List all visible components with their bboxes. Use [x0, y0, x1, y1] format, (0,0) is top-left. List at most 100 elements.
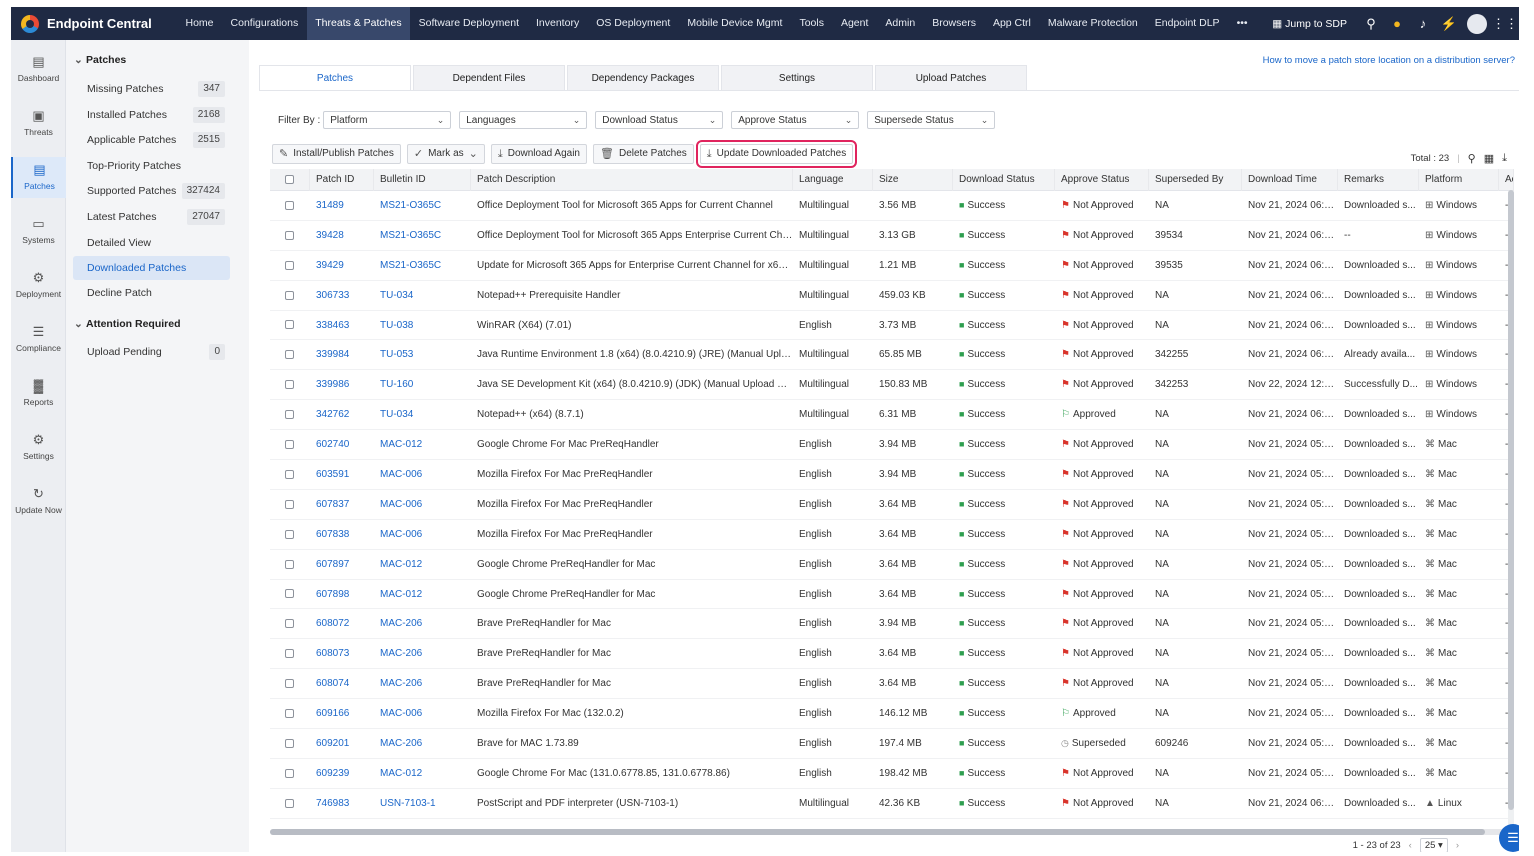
nav-configurations[interactable]: Configurations [222, 7, 307, 40]
cell-bulletin-id[interactable]: TU-038 [374, 311, 471, 341]
cell-bulletin-id[interactable]: TU-053 [374, 340, 471, 370]
prev-page-icon[interactable]: ‹ [1409, 840, 1412, 851]
table-row[interactable]: 607838 MAC-006 Mozilla Firefox For Mac Pre… [270, 520, 1514, 550]
search-icon[interactable]: ⚲ [1363, 16, 1379, 32]
table-row[interactable]: 607897 MAC-012 Google Chrome PreReqHandler… [270, 550, 1514, 580]
filter-platform-select[interactable]: Platform ⌄ [323, 111, 452, 129]
table-row[interactable]: 306733 TU-034 Notepad++ Prerequisite Handl… [270, 281, 1514, 311]
row-checkbox[interactable] [285, 230, 294, 240]
row-checkbox[interactable] [285, 768, 294, 778]
table-row[interactable]: 39428 MS21-O365C Office Deployment Tool fo… [270, 221, 1514, 251]
row-checkbox[interactable] [285, 619, 294, 629]
row-checkbox[interactable] [285, 469, 294, 479]
column-header-remarks[interactable]: Remarks [1338, 169, 1419, 191]
cell-bulletin-id[interactable]: MAC-006 [374, 520, 471, 550]
table-row[interactable]: 342762 TU-034 Notepad++ (x64) (8.7.1) Multi… [270, 400, 1514, 431]
row-checkbox-cell[interactable] [270, 729, 310, 759]
horizontal-scrollbar[interactable] [270, 829, 1514, 835]
nav-software-deployment[interactable]: Software Deployment [410, 7, 527, 40]
cell-patch-id[interactable]: 306733 [310, 281, 374, 311]
table-row[interactable]: 603591 MAC-006 Mozilla Firefox For Mac Pre… [270, 460, 1514, 490]
cell-patch-id[interactable]: 338463 [310, 311, 374, 341]
cell-bulletin-id[interactable]: TU-034 [374, 281, 471, 311]
row-checkbox-cell[interactable] [270, 400, 310, 430]
cell-patch-id[interactable]: 607898 [310, 580, 374, 610]
cell-patch-id[interactable]: 607897 [310, 550, 374, 580]
row-checkbox[interactable] [285, 679, 294, 689]
cell-patch-id[interactable]: 608074 [310, 669, 374, 699]
cell-bulletin-id[interactable]: MAC-012 [374, 580, 471, 610]
cell-bulletin-id[interactable]: MS21-O365C [374, 221, 471, 251]
table-row[interactable]: 607837 MAC-006 Mozilla Firefox For Mac Pre… [270, 490, 1514, 520]
brand[interactable]: Endpoint Central [11, 7, 177, 40]
row-checkbox-cell[interactable] [270, 340, 310, 370]
tab-dependency-packages[interactable]: Dependency Packages [567, 65, 719, 91]
table-row[interactable]: 339986 TU-160 Java SE Development Kit (x64… [270, 370, 1514, 401]
tab-dependent-files[interactable]: Dependent Files [413, 65, 565, 91]
column-header-platform[interactable]: Platform [1419, 169, 1499, 191]
row-checkbox-cell[interactable] [270, 430, 310, 460]
column-header-approve-status[interactable]: Approve Status [1055, 169, 1149, 191]
sidebar-item-supported-patches[interactable]: Supported Patches 327424 [73, 179, 230, 203]
row-checkbox[interactable] [285, 649, 294, 659]
row-checkbox[interactable] [285, 290, 294, 300]
row-checkbox[interactable] [285, 499, 294, 509]
row-checkbox-cell[interactable] [270, 460, 310, 490]
nav-inventory[interactable]: Inventory [528, 7, 588, 40]
cell-bulletin-id[interactable]: MAC-006 [374, 490, 471, 520]
cell-patch-id[interactable]: 609239 [310, 759, 374, 789]
row-checkbox[interactable] [285, 200, 294, 210]
rail-item-threats[interactable]: ▣ Threats [11, 108, 66, 137]
cell-patch-id[interactable]: 339986 [310, 370, 374, 400]
column-header-bulletin-id[interactable]: Bulletin ID [374, 169, 471, 191]
row-checkbox-cell[interactable] [270, 281, 310, 311]
cell-patch-id[interactable]: 608073 [310, 639, 374, 669]
column-header-size[interactable]: Size [873, 169, 953, 191]
cell-bulletin-id[interactable]: USN-7103-1 [374, 789, 471, 819]
filter-approve-status-select[interactable]: Approve Status ⌄ [731, 111, 860, 129]
row-checkbox-cell[interactable] [270, 520, 310, 550]
tab-upload-patches[interactable]: Upload Patches [875, 65, 1027, 91]
sidebar-item-latest-patches[interactable]: Latest Patches 27047 [73, 205, 230, 229]
tab-patches[interactable]: Patches [259, 65, 411, 91]
cell-bulletin-id[interactable]: MS21-O365C [374, 191, 471, 221]
nav-mobile-device-mgmt[interactable]: Mobile Device Mgmt [679, 7, 791, 40]
rail-item-systems[interactable]: ▭ Systems [11, 216, 66, 245]
rail-item-dashboard[interactable]: ▤ Dashboard [11, 54, 66, 83]
bell-icon[interactable]: ♪ [1415, 16, 1431, 32]
cell-bulletin-id[interactable]: MAC-206 [374, 669, 471, 699]
column-header-download-time[interactable]: Download Time [1242, 169, 1338, 191]
nav-threats-patches[interactable]: Threats & Patches [306, 7, 411, 40]
user-avatar[interactable] [1467, 13, 1487, 34]
delete-patches-button[interactable]: 🗑 Delete Patches [593, 144, 694, 164]
row-checkbox[interactable] [285, 738, 294, 748]
cell-patch-id[interactable]: 609166 [310, 699, 374, 729]
row-checkbox[interactable] [285, 798, 294, 808]
column-header-patch-description[interactable]: Patch Description [471, 169, 793, 191]
row-checkbox-cell[interactable] [270, 789, 310, 819]
vertical-scroll-thumb[interactable] [1508, 190, 1514, 810]
sidebar-item-decline-patch[interactable]: Decline Patch [73, 281, 230, 305]
row-checkbox-cell[interactable] [270, 251, 310, 281]
column-header-download-status[interactable]: Download Status [953, 169, 1055, 191]
export-icon[interactable]: ⤓ [1502, 152, 1507, 165]
rail-item-reports[interactable]: ▓ Reports [11, 378, 66, 407]
cell-bulletin-id[interactable]: MAC-206 [374, 609, 471, 639]
cell-patch-id[interactable]: 746983 [310, 789, 374, 819]
nav-malware-protection[interactable]: Malware Protection [1039, 7, 1146, 40]
cell-bulletin-id[interactable]: TU-034 [374, 400, 471, 430]
row-checkbox-cell[interactable] [270, 609, 310, 639]
cell-patch-id[interactable]: 39428 [310, 221, 374, 251]
nav-browsers[interactable]: Browsers [924, 7, 985, 40]
app-grid-icon[interactable]: ⋮⋮ [1492, 16, 1518, 32]
cell-bulletin-id[interactable]: MAC-012 [374, 430, 471, 460]
more-menu-icon[interactable]: ••• [1228, 7, 1256, 40]
nav-app-ctrl[interactable]: App Ctrl [984, 7, 1039, 40]
mark-as-button[interactable]: ✓ Mark as ⌄ [406, 144, 485, 164]
cell-patch-id[interactable]: 608072 [310, 609, 374, 639]
nav-home[interactable]: Home [177, 7, 222, 40]
cell-bulletin-id[interactable]: MS21-O365C [374, 251, 471, 281]
sidebar-item-upload-pending[interactable]: Upload Pending 0 [73, 340, 230, 364]
cell-patch-id[interactable]: 339984 [310, 340, 374, 370]
attention-section-heading[interactable]: ⌄ Attention Required [74, 318, 181, 330]
